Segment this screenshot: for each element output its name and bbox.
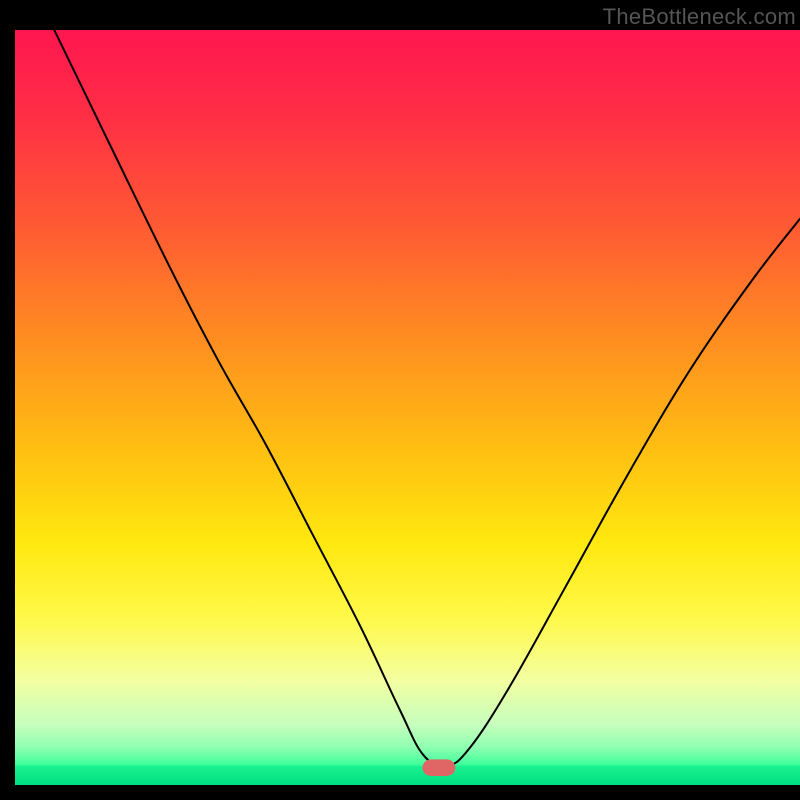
optimal-marker (422, 759, 455, 776)
gradient-background (15, 30, 800, 785)
chart-frame: TheBottleneck.com (15, 0, 800, 785)
plot-svg (15, 30, 800, 785)
watermark-label: TheBottleneck.com (603, 4, 796, 30)
plot-area (15, 30, 800, 785)
